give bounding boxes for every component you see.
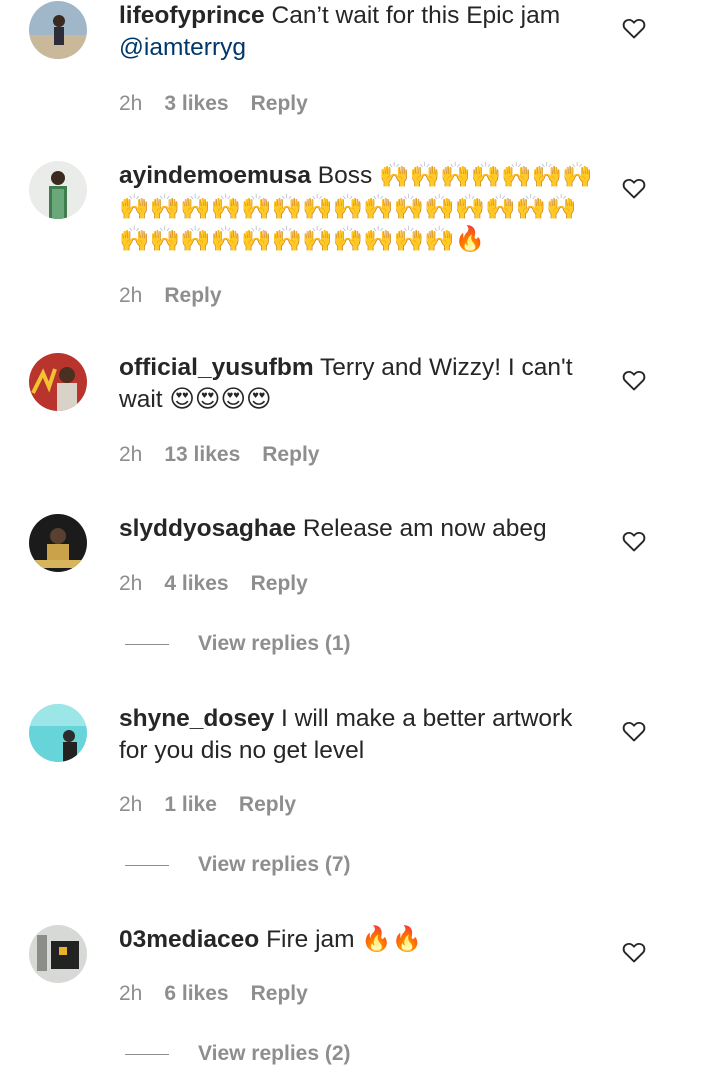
- avatar[interactable]: [29, 514, 87, 572]
- comment-time: 2h: [119, 793, 143, 816]
- heart-outline-icon[interactable]: [622, 177, 646, 199]
- comment-meta: 2h 6 likes Reply: [119, 982, 330, 1006]
- comment-text: lifeofyprince Can’t wait for this Epic j…: [119, 0, 599, 64]
- comment-username[interactable]: 03mediaceo: [119, 926, 259, 953]
- view-replies-button[interactable]: View replies (2): [125, 1042, 351, 1072]
- comment-text: shyne_dosey I will make a better artwork…: [119, 703, 599, 767]
- heart-outline-icon[interactable]: [622, 530, 646, 552]
- heart-outline-icon[interactable]: [622, 941, 646, 963]
- likes-count[interactable]: 4 likes: [164, 572, 228, 595]
- view-replies-button[interactable]: View replies (1): [125, 632, 351, 662]
- view-replies-label: View replies (2): [198, 1042, 351, 1065]
- reply-button[interactable]: Reply: [164, 284, 221, 307]
- comment-username[interactable]: ayindemoemusa: [119, 162, 311, 189]
- likes-count[interactable]: 1 like: [164, 793, 217, 816]
- avatar[interactable]: [29, 353, 87, 411]
- divider: [125, 1053, 169, 1055]
- view-replies-button[interactable]: View replies (7): [125, 853, 351, 883]
- comment-username[interactable]: lifeofyprince: [119, 2, 265, 29]
- heart-outline-icon[interactable]: [622, 720, 646, 742]
- likes-count[interactable]: 3 likes: [164, 92, 228, 115]
- avatar[interactable]: [29, 704, 87, 762]
- comment-body: Can’t wait for this Epic jam: [264, 2, 561, 29]
- comment-text: slyddyosaghae Release am now abeg: [119, 513, 599, 545]
- divider: [125, 864, 169, 866]
- comment-username[interactable]: slyddyosaghae: [119, 515, 296, 542]
- comment-time: 2h: [119, 92, 143, 115]
- avatar[interactable]: [29, 1, 87, 59]
- comment-text: 03mediaceo Fire jam 🔥🔥: [119, 924, 599, 956]
- reply-button[interactable]: Reply: [239, 793, 296, 816]
- comment-time: 2h: [119, 443, 143, 466]
- comment-time: 2h: [119, 284, 143, 307]
- comment-username[interactable]: official_yusufbm: [119, 354, 314, 381]
- comment-text: ayindemoemusa Boss 🙌🙌🙌🙌🙌🙌🙌🙌🙌🙌🙌🙌🙌🙌🙌🙌🙌🙌🙌🙌🙌…: [119, 160, 599, 256]
- comment-body: Release am now abeg: [296, 515, 547, 542]
- comment-meta: 2h 4 likes Reply: [119, 572, 330, 596]
- comment-meta: 2h Reply: [119, 284, 244, 308]
- comment-meta: 2h 3 likes Reply: [119, 92, 330, 116]
- divider: [125, 643, 169, 645]
- comment-text: official_yusufbm Terry and Wizzy! I can'…: [119, 352, 599, 416]
- mention-link[interactable]: @iamterryg: [119, 34, 246, 61]
- comment-meta: 2h 13 likes Reply: [119, 443, 341, 467]
- avatar[interactable]: [29, 925, 87, 983]
- comment-username[interactable]: shyne_dosey: [119, 705, 274, 732]
- likes-count[interactable]: 6 likes: [164, 982, 228, 1005]
- comment-body: Fire jam 🔥🔥: [259, 926, 423, 953]
- heart-outline-icon[interactable]: [622, 17, 646, 39]
- view-replies-label: View replies (7): [198, 853, 351, 876]
- heart-outline-icon[interactable]: [622, 369, 646, 391]
- avatar[interactable]: [29, 161, 87, 219]
- likes-count[interactable]: 13 likes: [164, 443, 240, 466]
- comment-time: 2h: [119, 572, 143, 595]
- reply-button[interactable]: Reply: [251, 572, 308, 595]
- comment-meta: 2h 1 like Reply: [119, 793, 318, 817]
- comment-time: 2h: [119, 982, 143, 1005]
- view-replies-label: View replies (1): [198, 632, 351, 655]
- reply-button[interactable]: Reply: [262, 443, 319, 466]
- reply-button[interactable]: Reply: [251, 982, 308, 1005]
- reply-button[interactable]: Reply: [251, 92, 308, 115]
